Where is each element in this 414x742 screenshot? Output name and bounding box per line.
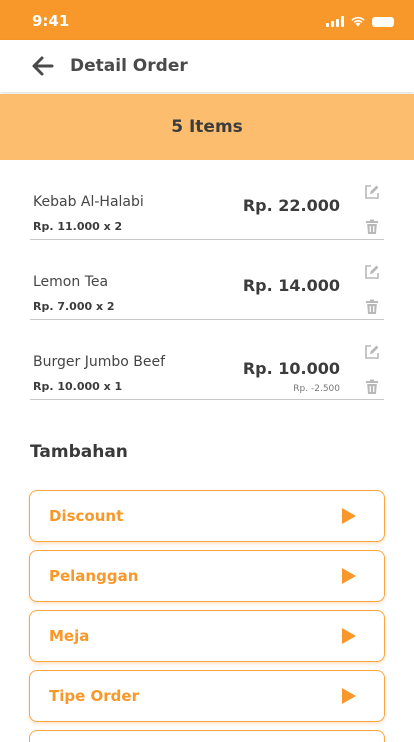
meja-button[interactable]: Meja — [29, 610, 385, 662]
item-price: Rp. 10.000 — [242, 359, 340, 378]
discount-button[interactable]: Discount — [29, 490, 385, 542]
meja-label: Meja — [49, 627, 90, 645]
trash-icon[interactable] — [364, 379, 380, 395]
battery-icon — [372, 17, 394, 27]
items-count-banner: 5 Items — [0, 94, 414, 160]
edit-icon[interactable] — [364, 344, 380, 360]
tipe-order-button[interactable]: Tipe Order — [29, 670, 385, 722]
pelanggan-button[interactable]: Pelanggan — [29, 550, 385, 602]
order-row: Kebab Al-Halabi Rp. 11.000 x 2 Rp. 22.00… — [30, 160, 384, 240]
tipe-order-label: Tipe Order — [49, 687, 139, 705]
signal-icon — [326, 16, 344, 27]
item-name: Lemon Tea — [33, 274, 109, 290]
header: Detail Order — [0, 40, 414, 92]
discount-label: Discount — [49, 507, 124, 525]
play-arrow-icon — [342, 568, 356, 584]
edit-icon[interactable] — [364, 184, 380, 200]
pelanggan-label: Pelanggan — [49, 567, 139, 585]
order-row: Burger Jumbo Beef Rp. 10.000 x 1 Rp. 10.… — [30, 320, 384, 400]
item-price: Rp. 22.000 — [242, 196, 340, 215]
status-time: 9:41 — [32, 12, 70, 30]
order-row: Lemon Tea Rp. 7.000 x 2 Rp. 14.000 — [30, 240, 384, 320]
trash-icon[interactable] — [364, 219, 380, 235]
arrow-left-icon[interactable] — [30, 54, 56, 78]
wifi-icon — [351, 16, 365, 27]
section-title: Tambahan — [30, 442, 128, 462]
item-discount: Rp. -2.500 — [293, 384, 340, 394]
play-arrow-icon — [342, 688, 356, 704]
status-bar: 9:41 — [0, 0, 414, 40]
items-count: 5 Items — [171, 117, 243, 137]
item-name: Burger Jumbo Beef — [33, 354, 165, 370]
status-icons — [326, 15, 394, 27]
item-price: Rp. 14.000 — [242, 276, 340, 295]
item-qty: Rp. 11.000 x 2 — [33, 220, 123, 233]
play-arrow-icon — [342, 508, 356, 524]
trash-icon[interactable] — [364, 299, 380, 315]
edit-icon[interactable] — [364, 264, 380, 280]
item-qty: Rp. 7.000 x 2 — [33, 300, 115, 313]
item-qty: Rp. 10.000 x 1 — [33, 380, 123, 393]
item-name: Kebab Al-Halabi — [33, 194, 144, 210]
play-arrow-icon — [342, 628, 356, 644]
page-title: Detail Order — [70, 56, 188, 76]
order-list: Kebab Al-Halabi Rp. 11.000 x 2 Rp. 22.00… — [30, 160, 384, 400]
next-option-button[interactable] — [29, 730, 385, 742]
